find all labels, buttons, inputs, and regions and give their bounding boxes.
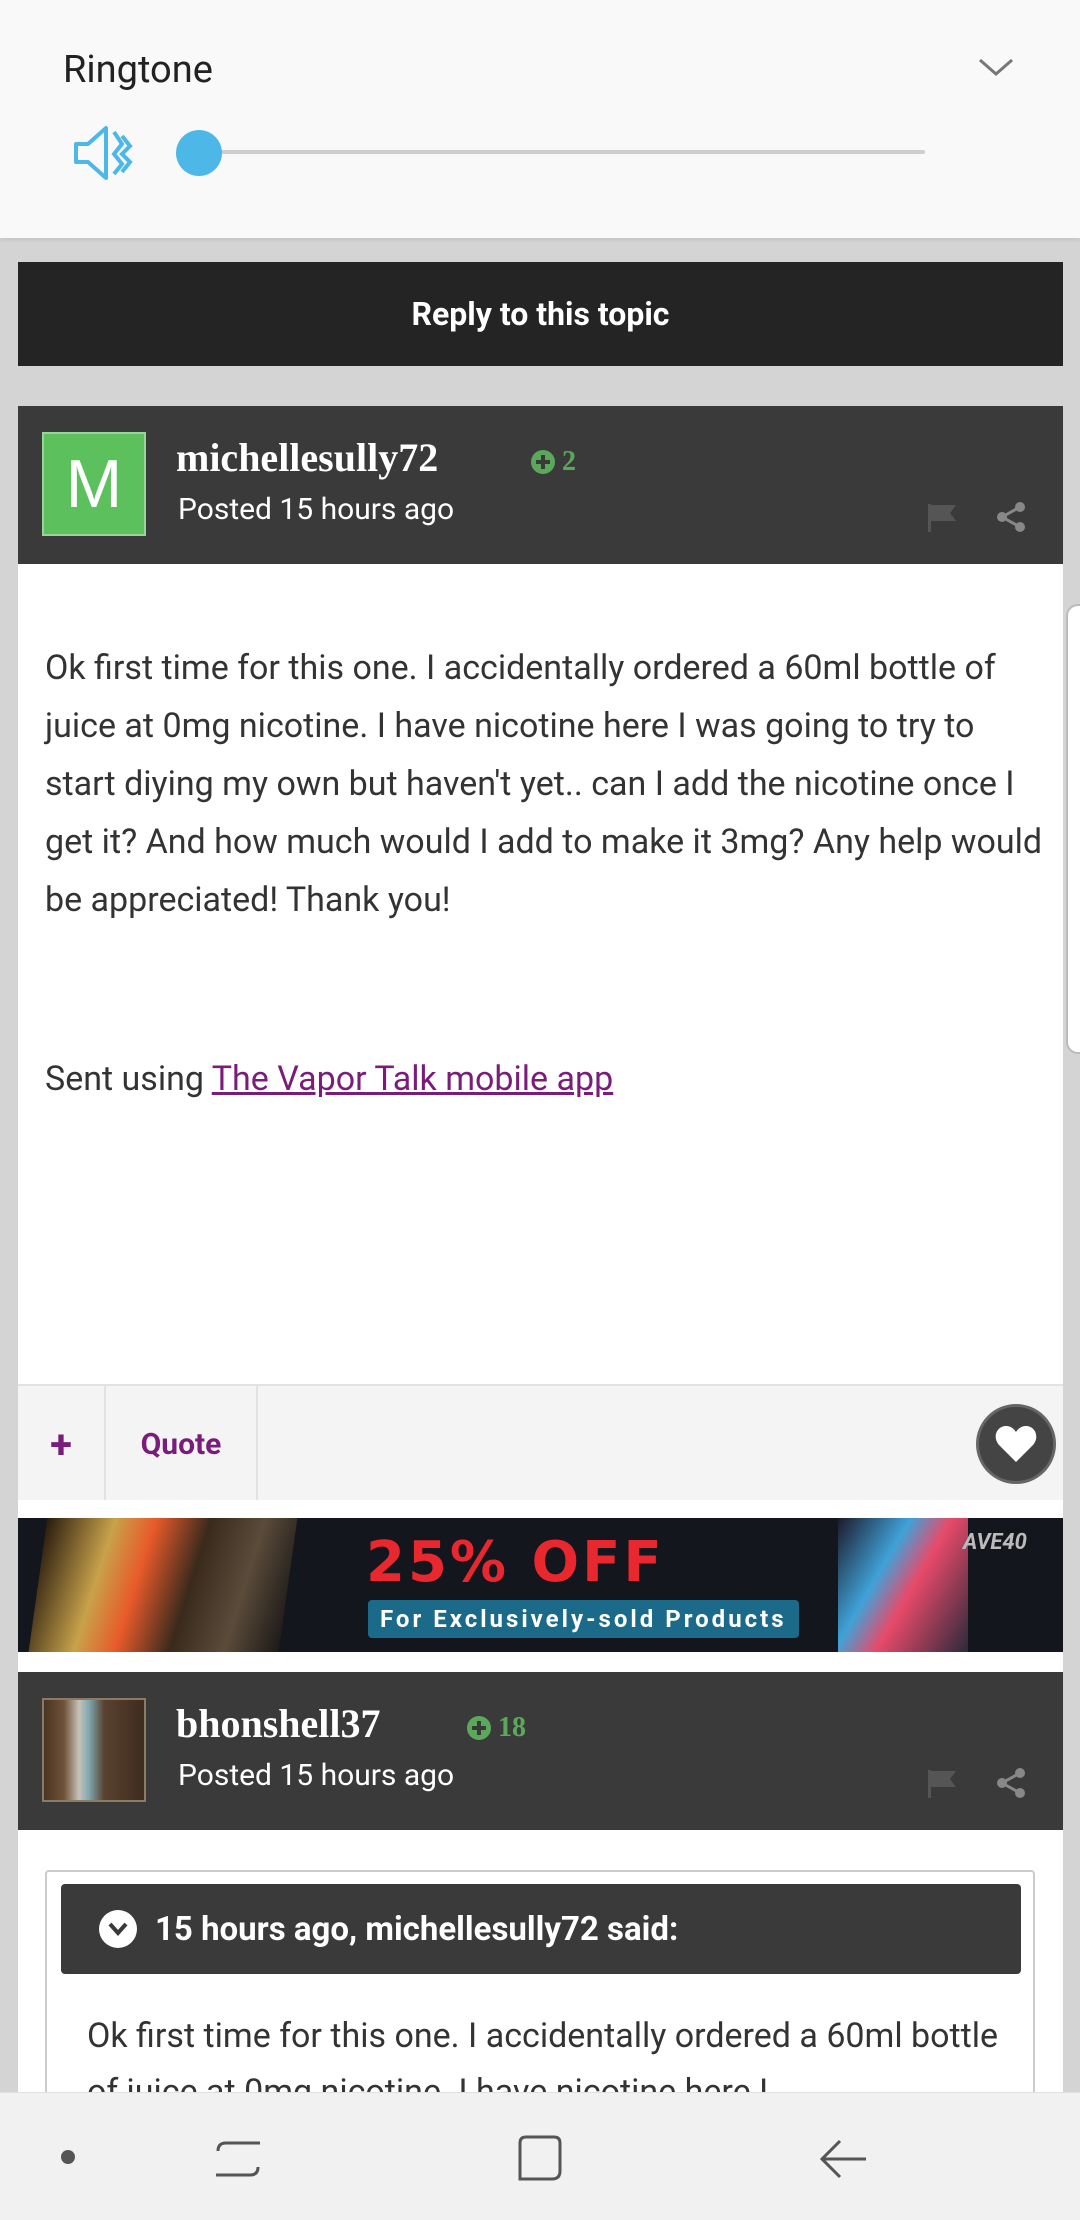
reputation-count: 18 (498, 1712, 526, 1743)
volume-slider-track[interactable] (200, 150, 925, 154)
recent-apps-icon[interactable] (210, 2137, 266, 2181)
flag-icon[interactable] (926, 1768, 960, 1798)
volume-title: Ringtone (63, 48, 213, 92)
heart-icon (995, 1426, 1037, 1462)
post-signature: Sent using The Vapor Talk mobile app (45, 1059, 613, 1099)
banner-headline: 25% OFF (366, 1530, 665, 1595)
reputation-count: 2 (562, 446, 576, 477)
volume-panel: Ringtone (0, 0, 1080, 238)
like-button[interactable] (976, 1404, 1056, 1484)
ad-banner[interactable]: 25% OFF For Exclusively-sold Products AV… (18, 1518, 1063, 1652)
share-icon[interactable] (994, 1766, 1028, 1800)
back-icon[interactable] (816, 2137, 870, 2181)
banner-subline: For Exclusively-sold Products (368, 1600, 799, 1638)
banner-product-image (28, 1518, 298, 1652)
spacer (18, 1500, 1063, 1518)
volume-slider-thumb[interactable] (176, 130, 222, 176)
chevron-down-icon[interactable] (99, 1910, 137, 1948)
reply-to-topic-button[interactable]: Reply to this topic (18, 262, 1063, 366)
post-body: 15 hours ago, michellesully72 said: Ok f… (18, 1830, 1063, 2170)
post-text: Ok first time for this one. I accidental… (45, 648, 1043, 920)
navigation-bar (0, 2092, 1080, 2220)
multiquote-button[interactable]: + (18, 1386, 106, 1502)
quote-header[interactable]: 15 hours ago, michellesully72 said: (61, 1884, 1021, 1974)
banner-logo: AVE40 (963, 1530, 1027, 1555)
post-actions-bar: + Quote (18, 1384, 1063, 1502)
quote-attribution: 15 hours ago, michellesully72 said: (155, 1909, 679, 1949)
spacer (18, 1652, 1063, 1672)
avatar[interactable] (42, 1698, 146, 1802)
chevron-down-icon[interactable] (976, 52, 1016, 82)
post-body: Ok first time for this one. I accidental… (18, 564, 1063, 1384)
username[interactable]: michellesully72 (176, 434, 438, 481)
post-header: bhonshell37 18 Posted 15 hours ago (18, 1672, 1063, 1830)
quote-button[interactable]: Quote (106, 1386, 258, 1502)
post-header: M michellesully72 2 Posted 15 hours ago (18, 406, 1063, 564)
share-icon[interactable] (994, 500, 1028, 534)
mute-icon[interactable] (72, 124, 134, 182)
home-icon[interactable] (514, 2133, 564, 2183)
avatar[interactable]: M (42, 432, 146, 536)
plus-circle-icon (467, 1716, 491, 1740)
username[interactable]: bhonshell37 (176, 1700, 381, 1747)
post-timestamp: Posted 15 hours ago (178, 492, 455, 527)
reputation-badge: 2 (530, 446, 576, 478)
banner-product-image-right (838, 1518, 968, 1652)
nav-dot-icon[interactable] (61, 2150, 75, 2164)
flag-icon[interactable] (926, 502, 960, 532)
scroll-handle[interactable] (1066, 604, 1080, 1054)
signature-prefix: Sent using (45, 1059, 212, 1099)
post-timestamp: Posted 15 hours ago (178, 1758, 455, 1793)
reputation-badge: 18 (466, 1712, 526, 1744)
plus-circle-icon (531, 450, 555, 474)
vapor-talk-app-link[interactable]: The Vapor Talk mobile app (212, 1059, 613, 1099)
